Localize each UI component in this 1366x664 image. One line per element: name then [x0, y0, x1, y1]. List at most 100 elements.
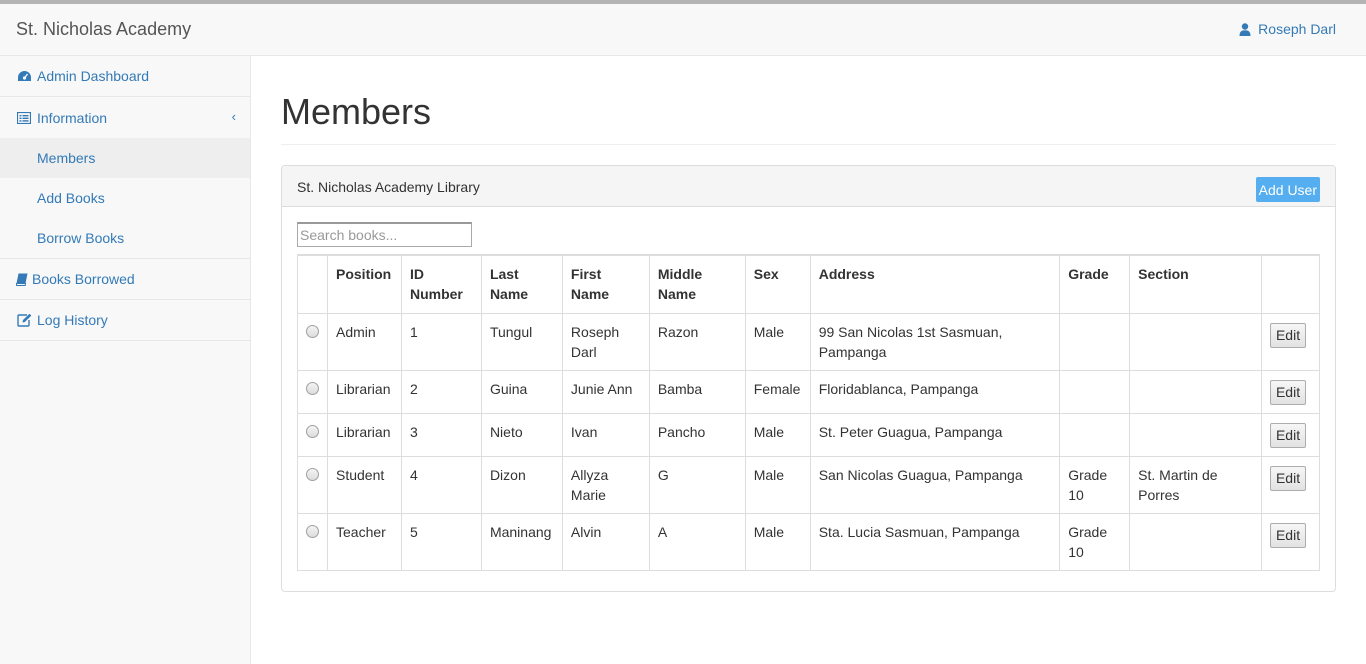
cell-last-name: Guina — [480, 369, 563, 414]
cell-middle-name: Pancho — [648, 412, 746, 457]
sidebar-item-admin-dashboard[interactable]: Admin Dashboard — [0, 56, 250, 97]
sidebar-item-books-borrowed[interactable]: Books Borrowed — [0, 259, 250, 300]
column-header-section: Section — [1129, 254, 1262, 314]
edit-button[interactable]: Edit — [1269, 379, 1307, 405]
cell-middle-name: Bamba — [648, 369, 746, 414]
table-header-row: Position ID Number Last Name First Name Mid… — [297, 254, 1321, 314]
user-icon — [1239, 22, 1251, 36]
cell-last-name: Dizon — [480, 455, 563, 514]
cell-first-name: Ivan — [561, 412, 650, 457]
cell-section — [1129, 369, 1262, 414]
cell-middle-name: Razon — [648, 312, 746, 371]
cell-grade — [1059, 312, 1131, 371]
cell-address: St. Peter Guagua, Pampanga — [809, 412, 1061, 457]
row-select-radio[interactable] — [306, 324, 319, 338]
table-row: Teacher 5 Maninang Alvin A Male Sta. Luc… — [297, 512, 1321, 571]
panel-title: St. Nicholas Academy Library — [297, 179, 480, 195]
cell-address: Sta. Lucia Sasmuan, Pampanga — [809, 512, 1061, 571]
sidebar-item-label: Books Borrowed — [32, 271, 135, 287]
cell-section — [1129, 312, 1262, 371]
edit-button[interactable]: Edit — [1269, 522, 1307, 548]
sidebar-item-borrow-books[interactable]: Borrow Books — [0, 218, 250, 258]
cell-last-name: Maninang — [480, 512, 563, 571]
cell-sex: Male — [744, 455, 811, 514]
column-header-last-name: Last Name — [480, 254, 563, 314]
column-header-grade: Grade — [1059, 254, 1131, 314]
column-header-first-name: First Name — [561, 254, 650, 314]
cell-position: Librarian — [327, 412, 402, 457]
table-row: Librarian 3 Nieto Ivan Pancho Male St. P… — [297, 412, 1321, 457]
cell-id: 4 — [400, 455, 482, 514]
cell-grade: Grade 10 — [1059, 455, 1131, 514]
members-panel: St. Nicholas Academy Library Add User Po… — [281, 165, 1336, 592]
add-user-button[interactable]: Add User — [1255, 177, 1320, 202]
row-select-radio[interactable] — [306, 467, 319, 481]
cell-middle-name: A — [648, 512, 746, 571]
column-header-middle-name: Middle Name — [648, 254, 746, 314]
column-header-sex: Sex — [744, 254, 811, 314]
cell-position: Admin — [327, 312, 402, 371]
cell-sex: Male — [744, 312, 811, 371]
cell-address: Floridablanca, Pampanga — [809, 369, 1061, 414]
sidebar-item-members[interactable]: Members — [0, 138, 250, 178]
brand-title[interactable]: St. Nicholas Academy — [16, 19, 191, 40]
sidebar-item-log-history[interactable]: Log History — [0, 300, 250, 341]
cell-id: 1 — [400, 312, 482, 371]
cell-grade — [1059, 412, 1131, 457]
title-divider — [281, 144, 1336, 145]
row-select-radio[interactable] — [306, 524, 319, 538]
edit-button[interactable]: Edit — [1269, 465, 1307, 491]
cell-section: St. Martin de Porres — [1129, 455, 1262, 514]
column-header-id-number: ID Number — [400, 254, 482, 314]
cell-position: Student — [327, 455, 402, 514]
cell-position: Librarian — [327, 369, 402, 414]
cell-middle-name: G — [648, 455, 746, 514]
cell-position: Teacher — [327, 512, 402, 571]
members-table: Position ID Number Last Name First Name Mid… — [297, 254, 1321, 571]
information-submenu: Members Add Books Borrow Books — [0, 138, 250, 259]
table-row: Admin 1 Tungul Roseph Darl Razon Male 99… — [297, 312, 1321, 371]
user-name: Roseph Darl — [1258, 21, 1336, 37]
edit-icon — [16, 313, 32, 327]
column-header-address: Address — [809, 254, 1061, 314]
search-input[interactable] — [297, 222, 472, 247]
cell-grade — [1059, 369, 1131, 414]
cell-grade: Grade 10 — [1059, 512, 1131, 571]
book-icon — [16, 273, 28, 286]
cell-sex: Male — [744, 412, 811, 457]
action-column-header — [1260, 254, 1321, 314]
table-row: Student 4 Dizon Allyza Marie G Male San … — [297, 455, 1321, 514]
cell-last-name: Nieto — [480, 412, 563, 457]
sidebar-item-label: Admin Dashboard — [37, 68, 150, 84]
row-select-radio[interactable] — [306, 424, 319, 438]
cell-id: 2 — [400, 369, 482, 414]
page-title: Members — [281, 91, 432, 132]
cell-first-name: Alvin — [561, 512, 650, 571]
cell-address: 99 San Nicolas 1st Sasmuan, Pampanga — [809, 312, 1061, 371]
dashboard-icon — [16, 70, 32, 83]
cell-first-name: Allyza Marie — [561, 455, 650, 514]
sidebar-item-information[interactable]: Information ‹ — [0, 97, 250, 138]
cell-section — [1129, 412, 1262, 457]
chevron-left-icon: ‹ — [231, 109, 236, 124]
sidebar-item-label: Log History — [37, 312, 108, 328]
user-menu-link[interactable]: Roseph Darl — [1239, 21, 1336, 37]
cell-first-name: Junie Ann — [561, 369, 650, 414]
cell-sex: Female — [744, 369, 811, 414]
edit-button[interactable]: Edit — [1269, 422, 1307, 448]
main-content: Members St. Nicholas Academy Library Add… — [251, 56, 1366, 664]
table-row: Librarian 2 Guina Junie Ann Bamba Female… — [297, 369, 1321, 414]
cell-section — [1129, 512, 1262, 571]
cell-id: 5 — [400, 512, 482, 571]
cell-address: San Nicolas Guagua, Pampanga — [809, 455, 1061, 514]
cell-id: 3 — [400, 412, 482, 457]
column-header-position: Position — [327, 254, 402, 314]
top-navbar: St. Nicholas Academy Roseph Darl — [0, 0, 1366, 56]
cell-sex: Male — [744, 512, 811, 571]
row-select-radio[interactable] — [306, 381, 319, 395]
cell-last-name: Tungul — [480, 312, 563, 371]
sidebar-item-add-books[interactable]: Add Books — [0, 178, 250, 218]
edit-button[interactable]: Edit — [1269, 322, 1307, 348]
select-column-header — [297, 254, 328, 314]
list-alt-icon — [16, 111, 32, 124]
